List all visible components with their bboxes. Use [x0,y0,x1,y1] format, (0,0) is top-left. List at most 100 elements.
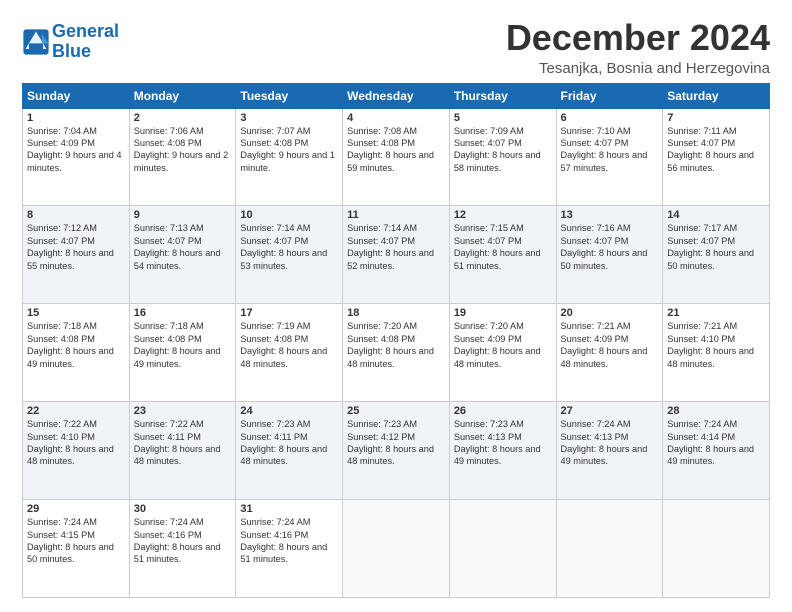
day-number: 22 [27,405,125,417]
calendar-cell: 29 Sunrise: 7:24 AMSunset: 4:15 PMDaylig… [23,500,130,598]
calendar-cell: 8 Sunrise: 7:12 AMSunset: 4:07 PMDayligh… [23,206,130,304]
day-number: 5 [454,112,552,124]
calendar-cell: 27 Sunrise: 7:24 AMSunset: 4:13 PMDaylig… [556,402,663,500]
day-number: 8 [27,209,125,221]
cell-text: Sunrise: 7:15 AMSunset: 4:07 PMDaylight:… [454,223,541,270]
title-block: December 2024 Tesanjka, Bosnia and Herze… [506,18,770,77]
day-number: 24 [240,405,338,417]
cell-text: Sunrise: 7:24 AMSunset: 4:13 PMDaylight:… [561,419,648,466]
calendar-cell: 31 Sunrise: 7:24 AMSunset: 4:16 PMDaylig… [236,500,343,598]
cell-text: Sunrise: 7:22 AMSunset: 4:11 PMDaylight:… [134,419,221,466]
calendar-header-row: SundayMondayTuesdayWednesdayThursdayFrid… [23,83,770,108]
day-number: 17 [240,307,338,319]
weekday-header: Saturday [663,83,770,108]
cell-text: Sunrise: 7:09 AMSunset: 4:07 PMDaylight:… [454,126,541,173]
cell-text: Sunrise: 7:14 AMSunset: 4:07 PMDaylight:… [240,223,327,270]
calendar-week-row: 22 Sunrise: 7:22 AMSunset: 4:10 PMDaylig… [23,402,770,500]
day-number: 3 [240,112,338,124]
day-number: 21 [667,307,765,319]
day-number: 27 [561,405,659,417]
cell-text: Sunrise: 7:20 AMSunset: 4:08 PMDaylight:… [347,321,434,368]
cell-text: Sunrise: 7:24 AMSunset: 4:14 PMDaylight:… [667,419,754,466]
calendar-table: SundayMondayTuesdayWednesdayThursdayFrid… [22,83,770,598]
weekday-header: Sunday [23,83,130,108]
day-number: 19 [454,307,552,319]
calendar-cell: 13 Sunrise: 7:16 AMSunset: 4:07 PMDaylig… [556,206,663,304]
day-number: 29 [27,503,125,515]
cell-text: Sunrise: 7:19 AMSunset: 4:08 PMDaylight:… [240,321,327,368]
day-number: 9 [134,209,232,221]
day-number: 16 [134,307,232,319]
calendar-cell: 30 Sunrise: 7:24 AMSunset: 4:16 PMDaylig… [129,500,236,598]
cell-text: Sunrise: 7:13 AMSunset: 4:07 PMDaylight:… [134,223,221,270]
calendar-cell: 1 Sunrise: 7:04 AMSunset: 4:09 PMDayligh… [23,108,130,206]
calendar-cell: 20 Sunrise: 7:21 AMSunset: 4:09 PMDaylig… [556,304,663,402]
calendar-cell: 28 Sunrise: 7:24 AMSunset: 4:14 PMDaylig… [663,402,770,500]
day-number: 13 [561,209,659,221]
day-number: 11 [347,209,445,221]
logo-line2: Blue [52,41,91,61]
day-number: 20 [561,307,659,319]
calendar-cell: 6 Sunrise: 7:10 AMSunset: 4:07 PMDayligh… [556,108,663,206]
calendar-cell: 12 Sunrise: 7:15 AMSunset: 4:07 PMDaylig… [449,206,556,304]
day-number: 30 [134,503,232,515]
weekday-header: Friday [556,83,663,108]
weekday-header: Monday [129,83,236,108]
calendar-cell: 26 Sunrise: 7:23 AMSunset: 4:13 PMDaylig… [449,402,556,500]
day-number: 10 [240,209,338,221]
day-number: 12 [454,209,552,221]
calendar-cell: 19 Sunrise: 7:20 AMSunset: 4:09 PMDaylig… [449,304,556,402]
day-number: 15 [27,307,125,319]
day-number: 14 [667,209,765,221]
cell-text: Sunrise: 7:06 AMSunset: 4:08 PMDaylight:… [134,126,229,173]
calendar-week-row: 29 Sunrise: 7:24 AMSunset: 4:15 PMDaylig… [23,500,770,598]
cell-text: Sunrise: 7:21 AMSunset: 4:09 PMDaylight:… [561,321,648,368]
calendar-cell: 23 Sunrise: 7:22 AMSunset: 4:11 PMDaylig… [129,402,236,500]
calendar-week-row: 1 Sunrise: 7:04 AMSunset: 4:09 PMDayligh… [23,108,770,206]
calendar-cell: 5 Sunrise: 7:09 AMSunset: 4:07 PMDayligh… [449,108,556,206]
calendar-cell: 17 Sunrise: 7:19 AMSunset: 4:08 PMDaylig… [236,304,343,402]
subtitle: Tesanjka, Bosnia and Herzegovina [506,60,770,77]
calendar-cell: 15 Sunrise: 7:18 AMSunset: 4:08 PMDaylig… [23,304,130,402]
calendar-cell: 18 Sunrise: 7:20 AMSunset: 4:08 PMDaylig… [343,304,450,402]
calendar-week-row: 15 Sunrise: 7:18 AMSunset: 4:08 PMDaylig… [23,304,770,402]
cell-text: Sunrise: 7:18 AMSunset: 4:08 PMDaylight:… [27,321,114,368]
day-number: 25 [347,405,445,417]
cell-text: Sunrise: 7:12 AMSunset: 4:07 PMDaylight:… [27,223,114,270]
weekday-header: Wednesday [343,83,450,108]
calendar-cell: 2 Sunrise: 7:06 AMSunset: 4:08 PMDayligh… [129,108,236,206]
cell-text: Sunrise: 7:07 AMSunset: 4:08 PMDaylight:… [240,126,335,173]
day-number: 7 [667,112,765,124]
calendar-cell: 25 Sunrise: 7:23 AMSunset: 4:12 PMDaylig… [343,402,450,500]
logo-text: General Blue [52,22,119,62]
day-number: 2 [134,112,232,124]
calendar-cell: 7 Sunrise: 7:11 AMSunset: 4:07 PMDayligh… [663,108,770,206]
day-number: 28 [667,405,765,417]
main-title: December 2024 [506,18,770,58]
cell-text: Sunrise: 7:24 AMSunset: 4:16 PMDaylight:… [240,517,327,564]
calendar-cell [343,500,450,598]
cell-text: Sunrise: 7:23 AMSunset: 4:11 PMDaylight:… [240,419,327,466]
calendar-cell: 10 Sunrise: 7:14 AMSunset: 4:07 PMDaylig… [236,206,343,304]
calendar-week-row: 8 Sunrise: 7:12 AMSunset: 4:07 PMDayligh… [23,206,770,304]
header: General Blue December 2024 Tesanjka, Bos… [22,18,770,77]
day-number: 23 [134,405,232,417]
cell-text: Sunrise: 7:20 AMSunset: 4:09 PMDaylight:… [454,321,541,368]
day-number: 18 [347,307,445,319]
weekday-header: Tuesday [236,83,343,108]
day-number: 6 [561,112,659,124]
calendar-cell: 21 Sunrise: 7:21 AMSunset: 4:10 PMDaylig… [663,304,770,402]
calendar-cell [449,500,556,598]
calendar-cell: 22 Sunrise: 7:22 AMSunset: 4:10 PMDaylig… [23,402,130,500]
logo-icon [22,28,50,56]
day-number: 26 [454,405,552,417]
cell-text: Sunrise: 7:23 AMSunset: 4:12 PMDaylight:… [347,419,434,466]
cell-text: Sunrise: 7:21 AMSunset: 4:10 PMDaylight:… [667,321,754,368]
day-number: 1 [27,112,125,124]
calendar-cell: 4 Sunrise: 7:08 AMSunset: 4:08 PMDayligh… [343,108,450,206]
cell-text: Sunrise: 7:24 AMSunset: 4:15 PMDaylight:… [27,517,114,564]
cell-text: Sunrise: 7:14 AMSunset: 4:07 PMDaylight:… [347,223,434,270]
calendar-cell: 16 Sunrise: 7:18 AMSunset: 4:08 PMDaylig… [129,304,236,402]
logo: General Blue [22,22,119,62]
calendar-cell [556,500,663,598]
